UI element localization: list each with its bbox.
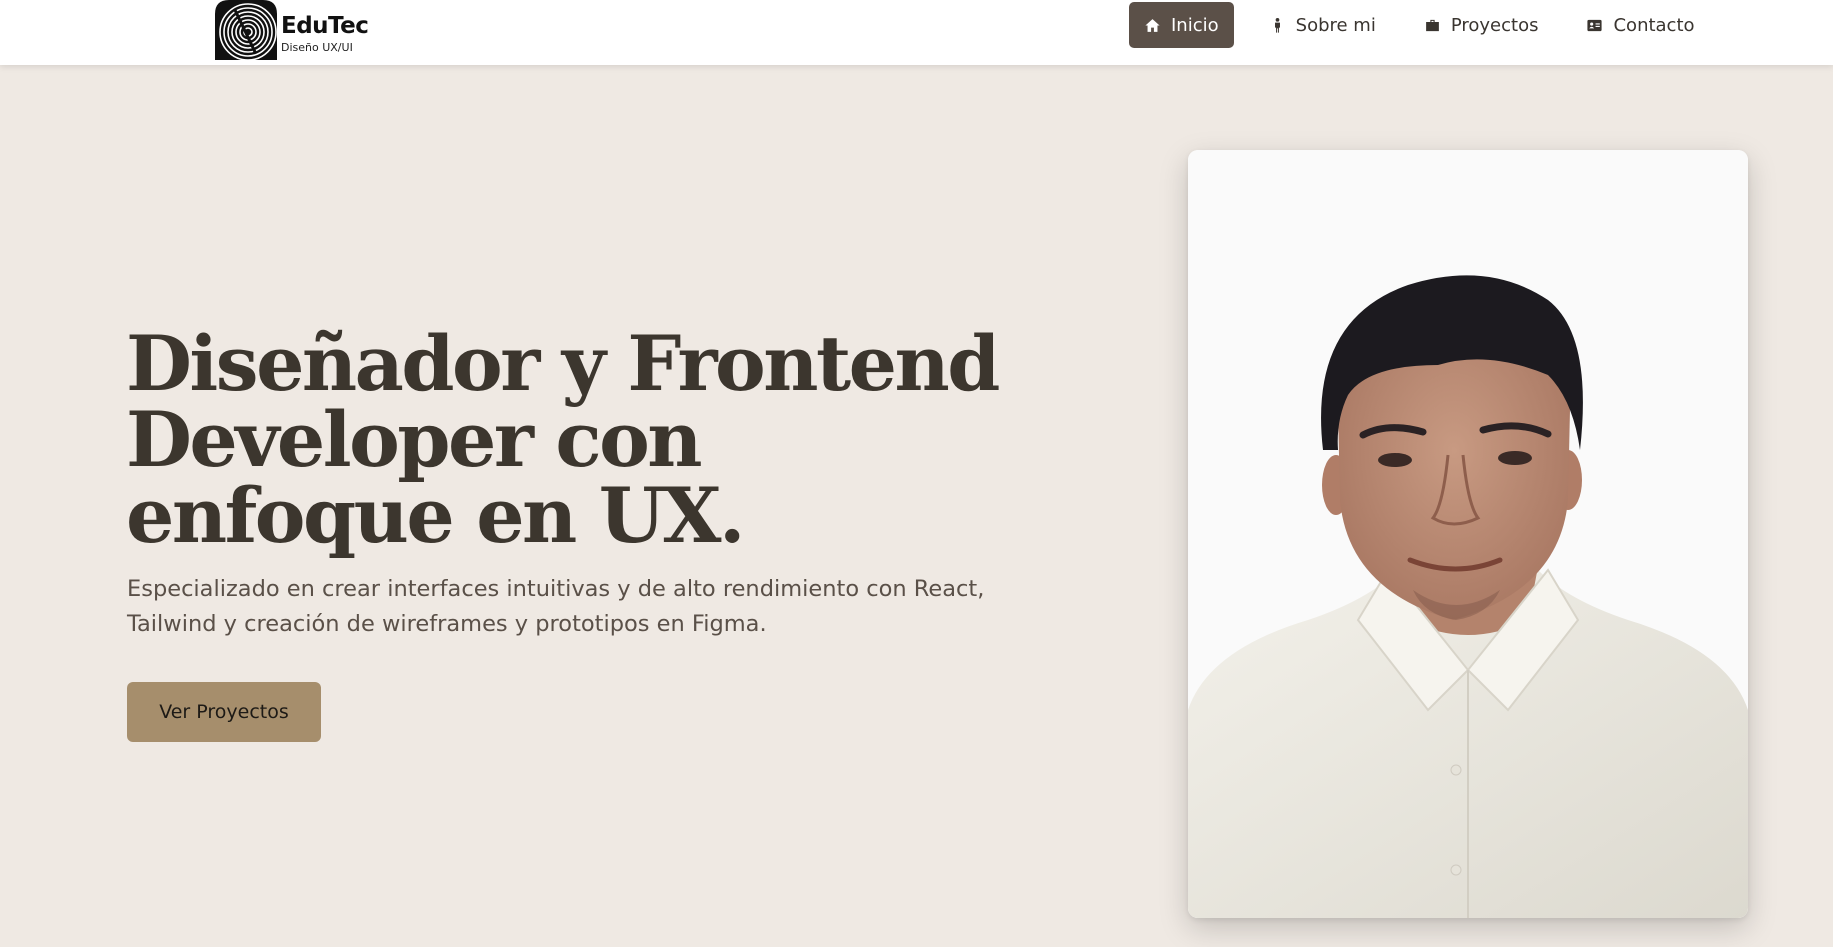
nav-item-proyectos[interactable]: Proyectos bbox=[1409, 2, 1554, 48]
brand-tagline: Diseño UX/UI bbox=[281, 41, 353, 54]
nav-item-label: Contacto bbox=[1613, 14, 1695, 36]
nav-item-inicio[interactable]: Inicio bbox=[1129, 2, 1234, 48]
view-projects-button[interactable]: Ver Proyectos bbox=[127, 682, 321, 742]
briefcase-icon bbox=[1425, 19, 1439, 31]
hero-subtitle: Especializado en crear interfaces intuit… bbox=[127, 576, 985, 637]
brand-text: EduTec Diseño UX/UI bbox=[281, 13, 369, 54]
brand-name: EduTec bbox=[281, 13, 369, 39]
hero-title: Diseñador y Frontend Developer con enfoq… bbox=[126, 319, 1000, 560]
home-icon bbox=[1145, 18, 1160, 32]
nav-item-contacto[interactable]: Contacto bbox=[1571, 2, 1709, 48]
fingerprint-logo-icon bbox=[215, 0, 277, 60]
nav-item-label: Sobre mi bbox=[1295, 14, 1376, 36]
nav-item-label: Proyectos bbox=[1450, 14, 1539, 36]
brand-logo-link[interactable]: EduTec Diseño UX/UI bbox=[215, 0, 369, 62]
site-header: EduTec Diseño UX/UI Inicio Sobre mi Proy… bbox=[0, 0, 1833, 65]
person-icon bbox=[1274, 17, 1280, 33]
main-nav: Inicio Sobre mi Proyectos Contacto bbox=[1129, 2, 1728, 48]
portrait-card bbox=[1188, 150, 1748, 918]
nav-item-sobre-mi[interactable]: Sobre mi bbox=[1254, 2, 1391, 48]
nav-item-label: Inicio bbox=[1171, 14, 1219, 36]
profile-photo bbox=[1188, 150, 1748, 918]
contact-card-icon bbox=[1587, 19, 1603, 31]
